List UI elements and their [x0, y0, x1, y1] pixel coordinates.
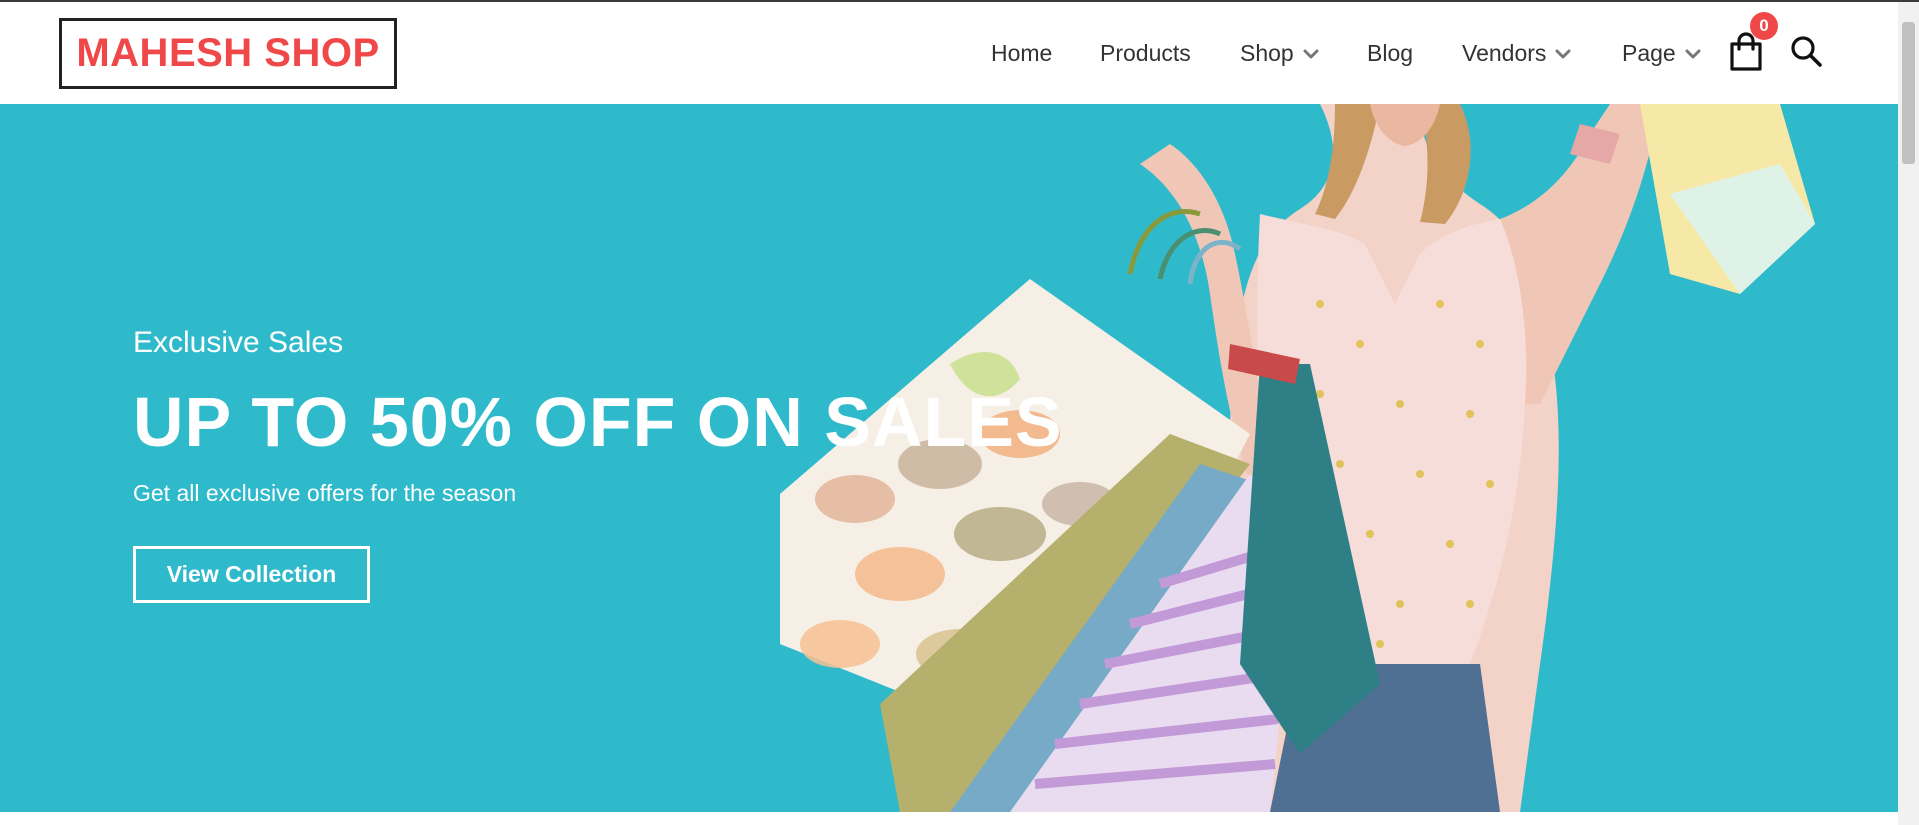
logo-text: MAHESH SHOP	[76, 31, 380, 75]
chevron-down-icon	[1303, 49, 1319, 58]
hero-description: Get all exclusive offers for the season	[133, 480, 517, 506]
site-logo[interactable]: MAHESH SHOP	[59, 18, 397, 89]
site-header: MAHESH SHOP Home Products Shop Blog Vend…	[0, 2, 1898, 104]
hero-banner: Exclusive Sales UP TO 50% OFF ON SALES G…	[0, 104, 1898, 812]
content-below-hero	[0, 812, 1898, 825]
nav-item-label: Vendors	[1462, 40, 1547, 66]
cart-count-badge: 0	[1750, 12, 1778, 40]
chevron-down-icon	[1555, 49, 1571, 58]
view-collection-button[interactable]: View Collection	[133, 546, 370, 603]
hero-subtitle: Exclusive Sales	[133, 326, 344, 359]
nav-item-page[interactable]: Page	[1622, 40, 1702, 67]
search-icon[interactable]	[1789, 34, 1823, 68]
nav-item-label: Home	[991, 40, 1053, 66]
nav-item-vendors[interactable]: Vendors	[1462, 40, 1572, 67]
nav-item-label: Page	[1622, 40, 1676, 66]
nav-item-home[interactable]: Home	[991, 40, 1052, 67]
nav-item-label: Shop	[1240, 40, 1294, 66]
nav-item-label: Products	[1100, 40, 1191, 66]
scrollbar-thumb[interactable]	[1902, 22, 1915, 164]
page-scrollbar[interactable]	[1898, 2, 1919, 825]
nav-item-shop[interactable]: Shop	[1240, 40, 1320, 67]
chevron-down-icon	[1685, 49, 1701, 58]
hero-title: UP TO 50% OFF ON SALES	[133, 383, 1063, 461]
nav-item-products[interactable]: Products	[1100, 40, 1191, 67]
nav-item-blog[interactable]: Blog	[1367, 40, 1413, 67]
nav-item-label: Blog	[1367, 40, 1414, 66]
